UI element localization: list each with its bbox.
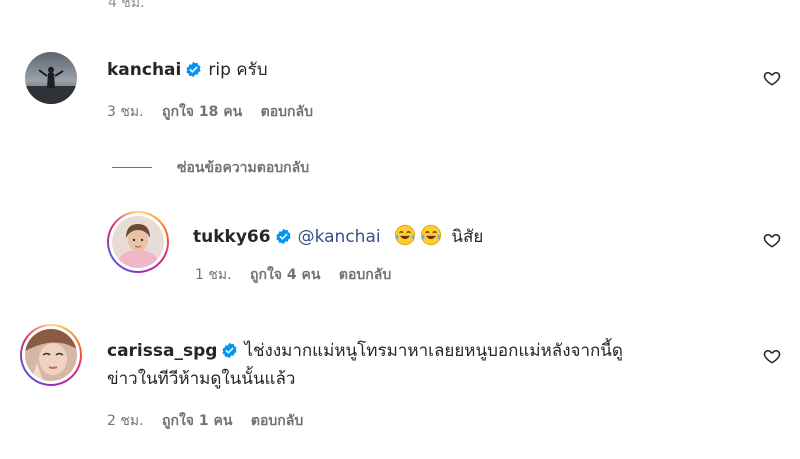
avatar-kanchai[interactable] [25, 52, 77, 104]
comment-username[interactable]: tukky66 [193, 227, 271, 247]
comment-username[interactable]: carissa_spg [107, 341, 217, 361]
face-with-tears-of-joy-emoji [394, 224, 416, 246]
comment-text-line2: ข่าวในทีวีห้ามดูในนั้นแล้ว [107, 369, 296, 389]
verified-badge-icon [276, 228, 291, 245]
heart-outline-icon[interactable] [763, 69, 781, 87]
face-with-tears-of-joy-emoji [420, 224, 442, 246]
previous-comment-time: 4 ชม. [108, 0, 145, 11]
comment-likes[interactable]: ถูกใจ 4 คน [250, 267, 320, 283]
comment-likes[interactable]: ถูกใจ 18 คน [162, 104, 242, 120]
comment-time[interactable]: 2 ชม. [107, 413, 144, 429]
comment-time[interactable]: 3 ชม. [107, 104, 144, 120]
story-ring[interactable] [107, 211, 169, 273]
story-ring[interactable] [20, 324, 82, 386]
verified-badge-icon [222, 342, 238, 359]
hide-replies-button[interactable]: ซ่อนข้อความตอบกลับ [177, 157, 309, 179]
replies-divider [112, 167, 152, 168]
comment-text-line1: ไช่งงมากแม่หนูโทรมาหาเลยยหนูบอกแม่หลังจา… [244, 341, 623, 361]
comment-time[interactable]: 1 ชม. [195, 267, 232, 283]
reply-button[interactable]: ตอบกลับ [251, 413, 303, 429]
mention-link[interactable]: @kanchai [298, 227, 381, 247]
reply-button[interactable]: ตอบกลับ [261, 104, 313, 120]
reply-button[interactable]: ตอบกลับ [339, 267, 391, 283]
comment-likes[interactable]: ถูกใจ 1 คน [162, 413, 232, 429]
comment-text: rip ครับ [208, 60, 268, 80]
comment-text: นิสัย [451, 227, 484, 247]
avatar-tukky66 [112, 216, 164, 268]
avatar-carissa_spg [25, 329, 77, 381]
verified-badge-icon [186, 61, 201, 78]
heart-outline-icon[interactable] [763, 347, 781, 365]
heart-outline-icon[interactable] [763, 231, 781, 249]
comment-username[interactable]: kanchai [107, 60, 181, 80]
